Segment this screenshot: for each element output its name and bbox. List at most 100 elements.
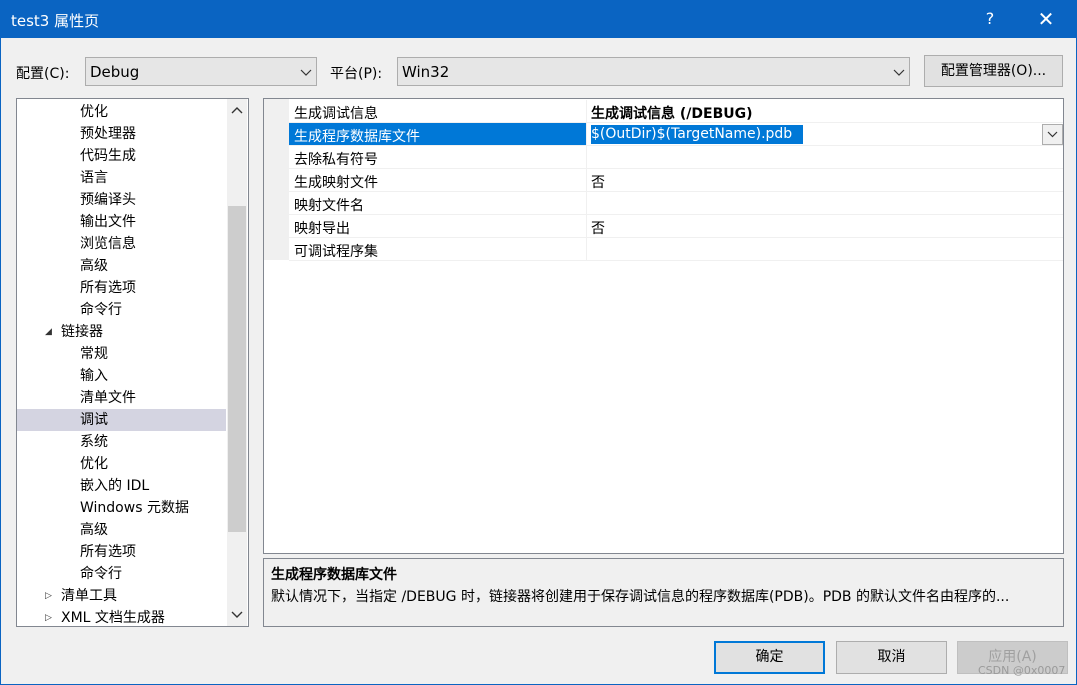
config-label: 配置(C): (16, 66, 70, 82)
config-manager-button[interactable]: 配置管理器(O)... (924, 55, 1063, 87)
tree-item[interactable]: 调试 (17, 409, 226, 431)
ok-button[interactable]: 确定 (714, 641, 825, 674)
grid-gutter (264, 99, 289, 260)
tree-item[interactable]: 高级 (17, 519, 226, 541)
tree-item[interactable]: Windows 元数据 (17, 497, 226, 519)
tree-item-label: 优化 (80, 104, 108, 120)
tree-item-label: 输出文件 (80, 214, 136, 230)
tree-item-label: 所有选项 (80, 280, 136, 296)
tree-item-label: 输入 (80, 368, 108, 384)
property-grid: 生成调试信息 生成调试信息 (/DEBUG) 生成程序数据库文件 $(OutDir)$… (263, 98, 1064, 554)
tree-item[interactable]: 优化 (17, 101, 226, 123)
close-button[interactable]: ✕ (1031, 5, 1061, 33)
tree-item-label: 清单工具 (61, 588, 117, 604)
tree-item-label: 系统 (80, 434, 108, 450)
tree-item[interactable]: 优化 (17, 453, 226, 475)
description-text: 默认情况下，当指定 /DEBUG 时，链接器将创建用于保存调试信息的程序数据库(… (271, 589, 1010, 605)
tree-item-label: 预处理器 (80, 126, 136, 142)
column-divider (586, 146, 587, 169)
property-value: 否 (591, 221, 605, 237)
title-bar: test3 属性页 ? ✕ (1, 1, 1076, 38)
column-divider (586, 215, 587, 238)
tree-item-label: XML 文档生成器 (61, 610, 165, 626)
platform-value: Win32 (402, 63, 450, 81)
tree-item[interactable]: 所有选项 (17, 277, 226, 299)
grid-row[interactable]: 映射文件名 (289, 192, 1063, 215)
grid-row[interactable]: 映射导出 否 (289, 215, 1063, 238)
property-name: 去除私有符号 (294, 152, 378, 168)
tree-item-label: 常规 (80, 346, 108, 362)
value-dropdown-button[interactable] (1042, 124, 1063, 145)
tree-item-label: 浏览信息 (80, 236, 136, 252)
tree-item[interactable]: 命令行 (17, 299, 226, 321)
help-button[interactable]: ? (975, 5, 1005, 33)
tree-item[interactable]: 输入 (17, 365, 226, 387)
tree-item-label: 高级 (80, 258, 108, 274)
tree-item-label: 语言 (80, 170, 108, 186)
tree-item[interactable]: 高级 (17, 255, 226, 277)
tree-item[interactable]: ▷ 清单工具 (17, 585, 226, 607)
tree-item-label: 调试 (80, 412, 108, 428)
tree-item[interactable]: ◢ 链接器 (17, 321, 226, 343)
scroll-up-icon[interactable] (227, 101, 247, 121)
description-title: 生成程序数据库文件 (271, 567, 397, 583)
column-divider (586, 100, 587, 123)
tree-item[interactable]: 清单文件 (17, 387, 226, 409)
config-value: Debug (90, 63, 140, 81)
property-name: 生成程序数据库文件 (294, 129, 420, 145)
tree-item-label: 嵌入的 IDL (80, 478, 150, 494)
grid-row[interactable]: 生成映射文件 否 (289, 169, 1063, 192)
platform-dropdown[interactable]: Win32 (397, 57, 910, 86)
tree-item[interactable]: 输出文件 (17, 211, 226, 233)
tree-item[interactable]: ▷ XML 文档生成器 (17, 607, 226, 626)
property-name: 可调试程序集 (294, 244, 378, 260)
tree-item[interactable]: 命令行 (17, 563, 226, 585)
config-dropdown[interactable]: Debug (85, 57, 317, 86)
property-name: 生成映射文件 (294, 175, 378, 191)
window-title: test3 属性页 (11, 12, 100, 30)
property-value: 生成调试信息 (/DEBUG) (591, 106, 753, 122)
tree-item[interactable]: 系统 (17, 431, 226, 453)
property-pages-window: test3 属性页 ? ✕ 配置(C): Debug 平台(P): Win32 … (0, 0, 1077, 685)
column-divider (586, 238, 587, 261)
tree-item-label: Windows 元数据 (80, 500, 189, 516)
chevron-down-icon (893, 69, 905, 76)
platform-label: 平台(P): (330, 66, 383, 82)
tree-item-label: 链接器 (61, 324, 103, 340)
tree-item[interactable]: 嵌入的 IDL (17, 475, 226, 497)
tree-item[interactable]: 代码生成 (17, 145, 226, 167)
grid-row[interactable]: 生成调试信息 生成调试信息 (/DEBUG) (289, 100, 1063, 123)
collapse-arrow-icon[interactable]: ◢ (45, 321, 52, 343)
expand-arrow-icon[interactable]: ▷ (45, 585, 52, 607)
tree-item[interactable]: 预处理器 (17, 123, 226, 145)
tree-item[interactable]: 常规 (17, 343, 226, 365)
tree-item-label: 高级 (80, 522, 108, 538)
tree-item-label: 命令行 (80, 302, 122, 318)
tree-item-label: 清单文件 (80, 390, 136, 406)
tree-scrollbar[interactable] (227, 99, 247, 626)
property-value: 否 (591, 175, 605, 191)
property-name: 生成调试信息 (294, 106, 378, 122)
tree-item[interactable]: 浏览信息 (17, 233, 226, 255)
watermark: CSDN @0x0007 (978, 664, 1066, 677)
expand-arrow-icon[interactable]: ▷ (45, 607, 52, 626)
scroll-down-icon[interactable] (227, 604, 247, 624)
grid-row[interactable]: 去除私有符号 (289, 146, 1063, 169)
scroll-thumb[interactable] (228, 206, 246, 532)
tree-item[interactable]: 语言 (17, 167, 226, 189)
tree-item-label: 代码生成 (80, 148, 136, 164)
property-value[interactable]: $(OutDir)$(TargetName).pdb (591, 126, 792, 142)
cancel-button[interactable]: 取消 (836, 641, 947, 674)
property-name: 映射文件名 (294, 198, 364, 214)
tree-item[interactable]: 预编译头 (17, 189, 226, 211)
description-panel: 生成程序数据库文件 默认情况下，当指定 /DEBUG 时，链接器将创建用于保存调… (263, 558, 1064, 627)
column-divider (586, 192, 587, 215)
chevron-down-icon (300, 69, 312, 76)
tree-item-label: 所有选项 (80, 544, 136, 560)
grid-row[interactable]: 可调试程序集 (289, 238, 1063, 261)
tree-item[interactable]: 所有选项 (17, 541, 226, 563)
grid-row[interactable]: 生成程序数据库文件 $(OutDir)$(TargetName).pdb (289, 123, 1063, 146)
property-name: 映射导出 (294, 221, 350, 237)
tree-item-label: 预编译头 (80, 192, 136, 208)
column-divider (586, 169, 587, 192)
